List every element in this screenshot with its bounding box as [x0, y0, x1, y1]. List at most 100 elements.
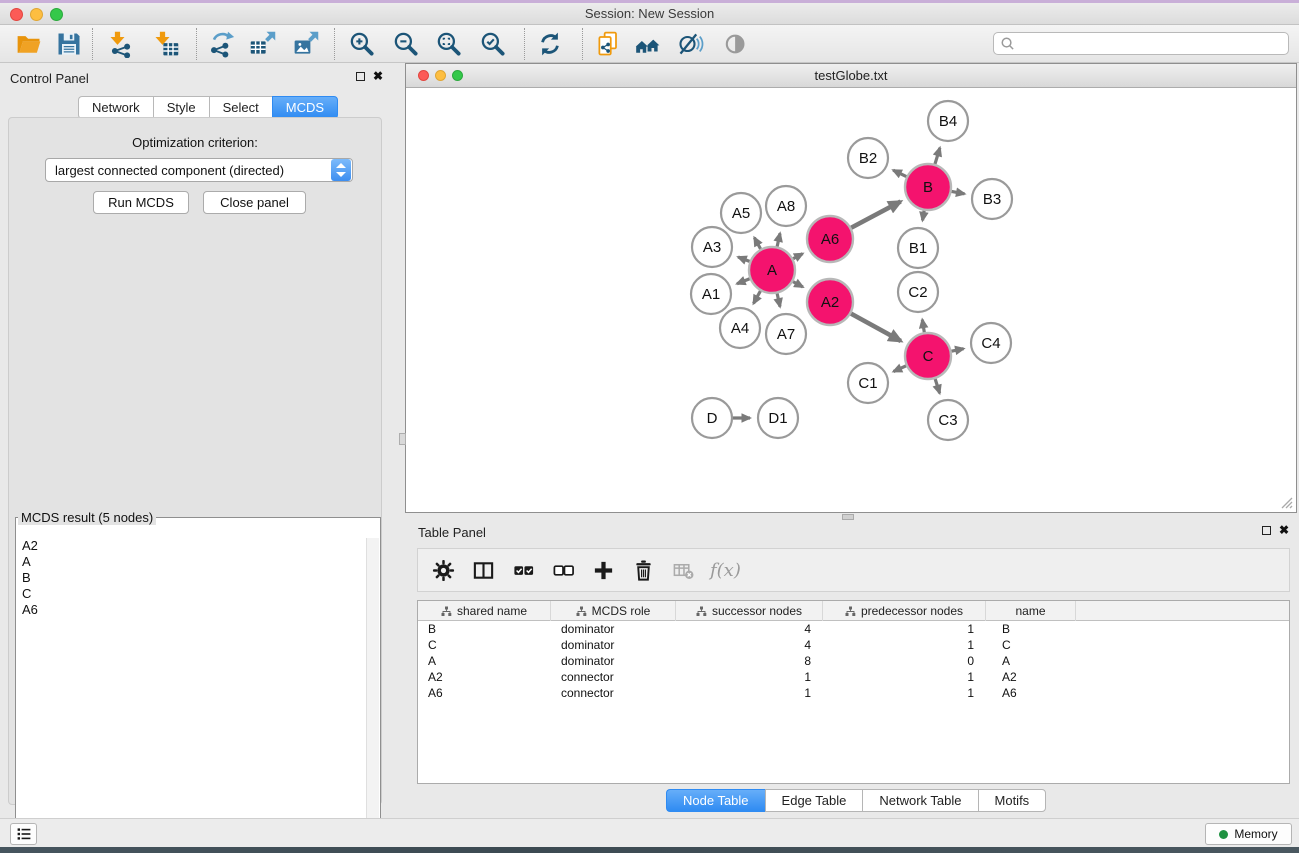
float-panel-icon[interactable]: [356, 72, 365, 81]
tab-select[interactable]: Select: [209, 96, 272, 119]
cell[interactable]: C: [986, 637, 1076, 653]
edge-A-A6[interactable]: [793, 254, 802, 259]
unselect-all-icon[interactable]: [550, 557, 576, 583]
hide-graphics-details-icon[interactable]: [674, 29, 708, 59]
column-browser-icon[interactable]: [470, 557, 496, 583]
cell[interactable]: A2: [986, 669, 1076, 685]
cell[interactable]: 1: [676, 669, 823, 685]
table-row[interactable]: Adominator80A: [418, 653, 1289, 669]
cell[interactable]: A6: [986, 685, 1076, 701]
table-row[interactable]: A6connector11A6: [418, 685, 1289, 701]
cell[interactable]: connector: [551, 669, 676, 685]
criterion-dropdown[interactable]: largest connected component (directed): [45, 158, 353, 182]
table-tab-edge-table[interactable]: Edge Table: [765, 789, 863, 812]
cell[interactable]: 0: [823, 653, 986, 669]
mcds-result-item[interactable]: A: [17, 554, 366, 570]
zoom-fit-icon[interactable]: [432, 29, 466, 59]
cell[interactable]: 4: [676, 621, 823, 637]
cell[interactable]: A2: [418, 669, 551, 685]
edge-A6-B[interactable]: [851, 202, 900, 228]
zoom-in-icon[interactable]: [345, 29, 379, 59]
mcds-result-item[interactable]: B: [17, 570, 366, 586]
close-traffic-light[interactable]: [10, 8, 23, 21]
table-row[interactable]: A2connector11A2: [418, 669, 1289, 685]
task-history-button[interactable]: [10, 823, 37, 845]
column-header-predecessor-nodes[interactable]: predecessor nodes: [823, 601, 986, 621]
run-mcds-button[interactable]: Run MCDS: [93, 191, 189, 214]
delete-column-icon[interactable]: [630, 557, 656, 583]
close-panel-icon[interactable]: ✖: [1279, 525, 1289, 535]
splitter-handle[interactable]: [399, 433, 406, 445]
network-zoom-traffic-light[interactable]: [452, 70, 463, 81]
close-panel-button[interactable]: Close panel: [203, 191, 306, 214]
tab-mcds[interactable]: MCDS: [272, 96, 338, 119]
table-tab-motifs[interactable]: Motifs: [978, 789, 1047, 812]
edge-B-B1[interactable]: [923, 211, 925, 221]
edge-C-C1[interactable]: [894, 366, 907, 372]
column-header-name[interactable]: name: [986, 601, 1076, 621]
settings-gear-icon[interactable]: [430, 557, 456, 583]
edge-A2-C[interactable]: [851, 314, 901, 341]
tab-network[interactable]: Network: [78, 96, 153, 119]
select-all-icon[interactable]: [510, 557, 536, 583]
mcds-result-scrollbar[interactable]: [366, 538, 379, 853]
cell[interactable]: dominator: [551, 637, 676, 653]
zoom-out-icon[interactable]: [389, 29, 423, 59]
cell[interactable]: C: [418, 637, 551, 653]
cell[interactable]: A: [418, 653, 551, 669]
cell[interactable]: 1: [823, 637, 986, 653]
import-table-icon[interactable]: [149, 29, 183, 59]
refresh-icon[interactable]: [533, 29, 567, 59]
cell[interactable]: 1: [676, 685, 823, 701]
resize-grip-icon[interactable]: [1282, 498, 1292, 508]
zoom-traffic-light[interactable]: [50, 8, 63, 21]
column-header-shared-name[interactable]: shared name: [418, 601, 551, 621]
zoom-selected-icon[interactable]: [476, 29, 510, 59]
minimize-traffic-light[interactable]: [30, 8, 43, 21]
edge-C-C2[interactable]: [922, 320, 924, 333]
export-network-icon[interactable]: [204, 29, 238, 59]
float-panel-icon[interactable]: [1262, 526, 1271, 535]
table-row[interactable]: Cdominator41C: [418, 637, 1289, 653]
open-file-icon[interactable]: [12, 29, 46, 59]
cell[interactable]: connector: [551, 685, 676, 701]
splitter-handle[interactable]: [842, 514, 854, 520]
cell[interactable]: 1: [823, 685, 986, 701]
cell[interactable]: A6: [418, 685, 551, 701]
edge-B-B4[interactable]: [935, 148, 940, 164]
table-row[interactable]: Bdominator41B: [418, 621, 1289, 637]
network-close-traffic-light[interactable]: [418, 70, 429, 81]
import-network-icon[interactable]: [104, 29, 138, 59]
delete-table-icon[interactable]: [670, 557, 696, 583]
cell[interactable]: dominator: [551, 621, 676, 637]
edge-A-A7[interactable]: [777, 293, 780, 306]
cell[interactable]: 4: [676, 637, 823, 653]
network-minimize-traffic-light[interactable]: [435, 70, 446, 81]
table-tab-node-table[interactable]: Node Table: [666, 789, 765, 812]
show-graphics-details-icon[interactable]: [719, 29, 753, 59]
mcds-result-item[interactable]: A6: [17, 602, 366, 618]
column-header-mcds-role[interactable]: MCDS role: [551, 601, 676, 621]
cell[interactable]: B: [418, 621, 551, 637]
export-image-icon[interactable]: [289, 29, 323, 59]
close-panel-icon[interactable]: ✖: [373, 71, 383, 81]
edge-B-B2[interactable]: [893, 170, 906, 176]
cell[interactable]: B: [986, 621, 1076, 637]
edge-A-A3[interactable]: [738, 257, 749, 261]
edge-A-A4[interactable]: [754, 291, 761, 303]
search-input[interactable]: [1015, 35, 1288, 53]
cell[interactable]: 1: [823, 669, 986, 685]
network-graph-canvas[interactable]: AA1A2A3A4A5A6A7A8BB1B2B3B4CC1C2C3C4DD1: [406, 88, 1296, 512]
function-builder-icon[interactable]: f(x): [710, 560, 741, 581]
cell[interactable]: A: [986, 653, 1076, 669]
edge-C-C3[interactable]: [935, 379, 939, 393]
memory-button[interactable]: Memory: [1205, 823, 1292, 845]
network-window-titlebar[interactable]: testGlobe.txt: [406, 64, 1296, 88]
mcds-result-item[interactable]: C: [17, 586, 366, 602]
export-table-icon[interactable]: [246, 29, 280, 59]
open-browser-icon[interactable]: [631, 29, 665, 59]
edge-A-A1[interactable]: [737, 279, 750, 284]
cell[interactable]: dominator: [551, 653, 676, 669]
column-header-successor-nodes[interactable]: successor nodes: [676, 601, 823, 621]
tab-style[interactable]: Style: [153, 96, 209, 119]
